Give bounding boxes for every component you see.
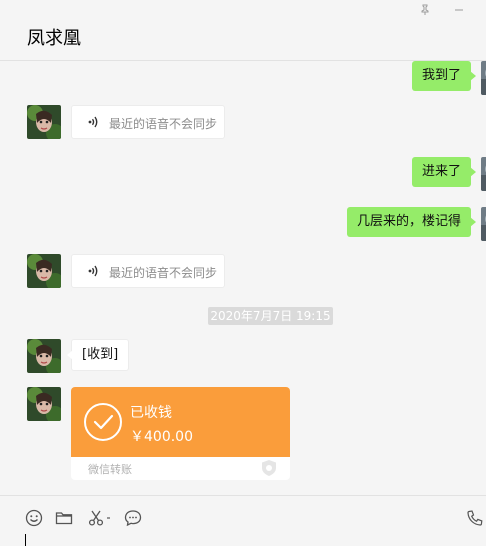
message-text: 进来了 xyxy=(421,164,461,179)
message-bubble[interactable]: [收到] xyxy=(66,339,130,371)
message-list[interactable]: 我到了 最近的语音不会同步 进来了 几层来的，楼记得 最近的语音不会同步 202… xyxy=(0,61,486,495)
minimize-icon[interactable] xyxy=(452,4,466,18)
transfer-amount: ￥400.00 xyxy=(130,429,193,445)
transfer-status: 已收钱 xyxy=(130,405,172,421)
input-toolbar xyxy=(0,495,486,546)
pin-icon[interactable] xyxy=(418,4,432,18)
message-text: 几层来的，楼记得 xyxy=(356,214,461,229)
transfer-label: 微信转账 xyxy=(88,463,132,476)
transfer-card[interactable]: 已收钱 ￥400.00 微信转账 xyxy=(71,387,290,480)
voice-wave-icon xyxy=(88,265,98,277)
avatar[interactable] xyxy=(27,387,61,421)
scissors-icon[interactable] xyxy=(87,508,113,528)
voice-message[interactable]: 最近的语音不会同步 xyxy=(71,105,225,139)
chat-history-icon[interactable] xyxy=(123,508,143,528)
checkmark-icon xyxy=(84,403,122,441)
message-bubble[interactable]: 进来了 xyxy=(411,157,477,187)
message-text: [收到] xyxy=(82,347,119,362)
avatar[interactable] xyxy=(481,207,486,241)
avatar[interactable] xyxy=(27,254,61,288)
voice-sync-notice: 最近的语音不会同步 xyxy=(109,117,218,131)
avatar[interactable] xyxy=(27,339,61,373)
message-bubble[interactable]: 几层来的，楼记得 xyxy=(346,207,477,237)
text-cursor[interactable] xyxy=(25,534,26,546)
message-bubble[interactable]: 我到了 xyxy=(411,61,477,91)
emoji-icon[interactable] xyxy=(24,508,44,528)
transfer-card-header: 已收钱 ￥400.00 xyxy=(71,387,290,457)
timestamp-divider: 2020年7月7日 19:15 xyxy=(208,307,333,325)
avatar[interactable] xyxy=(481,157,486,191)
chat-header: 凤求凰 xyxy=(0,0,486,61)
voice-wave-icon xyxy=(88,116,98,128)
chat-title: 凤求凰 xyxy=(27,28,81,49)
shield-icon xyxy=(262,460,276,476)
voice-message[interactable]: 最近的语音不会同步 xyxy=(71,254,225,288)
message-text: 我到了 xyxy=(421,68,461,83)
folder-icon[interactable] xyxy=(54,508,74,528)
voice-sync-notice: 最近的语音不会同步 xyxy=(109,266,218,280)
avatar[interactable] xyxy=(481,61,486,95)
phone-icon[interactable] xyxy=(465,508,485,528)
avatar[interactable] xyxy=(27,105,61,139)
